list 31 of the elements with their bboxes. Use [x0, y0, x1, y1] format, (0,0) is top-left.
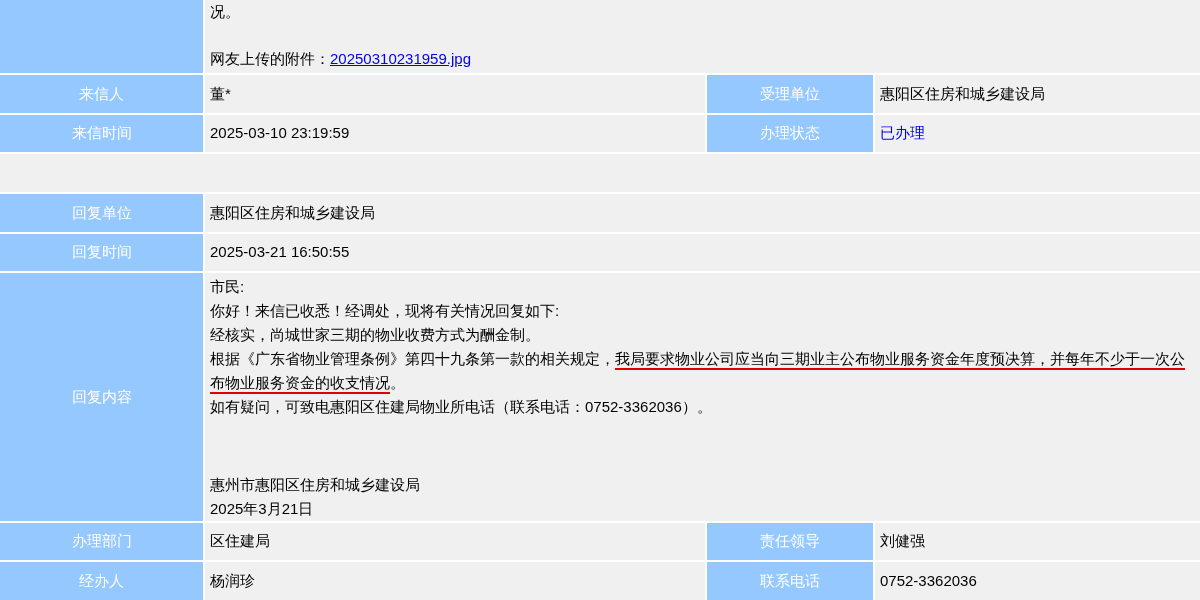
field-value: 董*	[205, 75, 705, 113]
field-label: 来信时间	[0, 114, 203, 153]
field-label: 回复内容	[0, 273, 203, 521]
reply-paragraph: 根据《广东省物业管理条例》第四十九条第一款的相关规定，我局要求物业公司应当向三期业主公布物业服务资金年度预决算，并每年不少于一次公布物业服务资金的收支情况。	[210, 347, 1195, 396]
field-value: 杨润珍	[205, 562, 705, 600]
field-value: 2025-03-21 16:50:55	[205, 233, 1200, 272]
field-label: 责任领导	[707, 522, 873, 561]
reply-paragraph: 如有疑问，可致电惠阳区住建局物业所电话（联系电话：0752-3362036）。	[210, 397, 713, 418]
field-label: 办理状态	[707, 114, 873, 153]
field-label: 回复时间	[0, 233, 203, 272]
reply-paragraph: 经核实，尚城世家三期的物业收费方式为酬金制。	[210, 325, 541, 346]
field-label: 经办人	[0, 562, 203, 600]
reply-paragraph: 市民:	[210, 277, 246, 298]
attachment-label: 网友上传的附件：	[210, 50, 330, 68]
field-label: 联系电话	[707, 562, 873, 600]
field-label: 办理部门	[0, 522, 203, 561]
letter-text: 况。	[210, 2, 241, 22]
field-value: 刘健强	[875, 522, 1200, 561]
field-label: 来信人	[0, 75, 203, 113]
field-value: 惠阳区住房和城乡建设局	[875, 75, 1200, 113]
field-value: 惠阳区住房和城乡建设局	[205, 194, 1200, 232]
signature-line: 惠州市惠阳区住房和城乡建设局	[210, 474, 421, 495]
field-label: 受理单位	[707, 75, 873, 113]
field-label: 回复单位	[0, 194, 203, 232]
field-value: 0752-3362036	[875, 562, 1200, 600]
attachment-link[interactable]: 20250310231959.jpg	[330, 50, 471, 68]
field-value: 区住建局	[205, 522, 705, 561]
reply-paragraph: 你好！来信已收悉！经调处，现将有关情况回复如下:	[210, 301, 561, 322]
status-text: 已办理	[880, 123, 925, 144]
field-value: 2025-03-10 23:19:59	[205, 114, 705, 153]
signature-line: 2025年3月21日	[210, 498, 315, 519]
